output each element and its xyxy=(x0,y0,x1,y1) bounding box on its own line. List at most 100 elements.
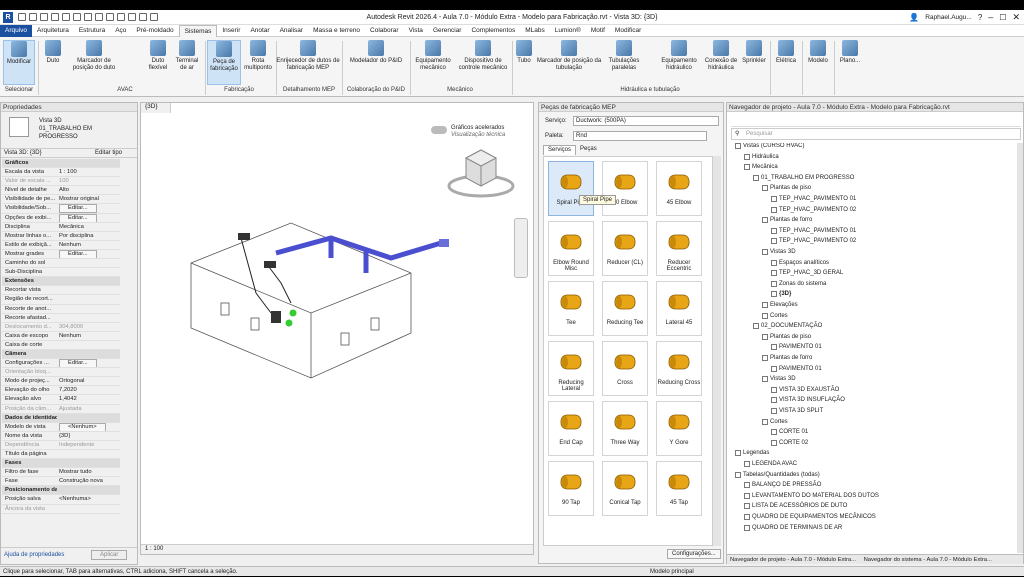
fabrication-part-item[interactable]: Reducing Cross xyxy=(656,341,702,396)
tab-arquitetura[interactable]: Arquitetura xyxy=(32,25,74,37)
property-value[interactable]: Nenhum xyxy=(57,332,120,340)
help-icon[interactable]: ? xyxy=(978,13,982,22)
system-browser-tab[interactable]: Navegador do sistema - Aula 7.0 - Módulo… xyxy=(861,557,995,563)
accelerated-graphics-toggle[interactable] xyxy=(431,126,447,134)
tab-motif[interactable]: Motif xyxy=(586,25,610,37)
tree-node[interactable]: VISTA 3D SPLIT xyxy=(771,408,823,414)
user-icon[interactable]: 👤 xyxy=(909,13,919,22)
viewcube[interactable] xyxy=(441,138,521,208)
3d-view-icon[interactable] xyxy=(106,13,114,21)
property-row[interactable]: Âncora da vista xyxy=(2,505,120,514)
property-row[interactable]: Visibilidade de pe... Mostrar original xyxy=(2,195,120,205)
tree-node[interactable]: Cortes xyxy=(762,418,788,425)
property-value[interactable]: 7,2020 xyxy=(57,386,120,394)
close-icon[interactable]: ✕ xyxy=(1012,12,1020,23)
tab-sistemas[interactable]: Sistemas xyxy=(178,24,218,37)
tree-node[interactable]: Vistas 3D xyxy=(762,376,796,383)
fabrication-part-item[interactable]: 90 Elbow xyxy=(602,161,648,216)
save-icon[interactable] xyxy=(29,13,37,21)
air-terminal-button[interactable]: Terminal de ar xyxy=(172,40,202,72)
group-selecionar[interactable]: Selecionar xyxy=(2,87,36,93)
property-section[interactable]: Câmera xyxy=(2,349,120,360)
electrical-button[interactable]: Elétrica xyxy=(772,40,800,65)
fabrication-part-item[interactable]: Reducer (CL) xyxy=(602,221,648,276)
property-value[interactable]: {3D} xyxy=(57,432,120,440)
model-button[interactable]: Modelo xyxy=(804,40,832,65)
duct-stiffener-button[interactable]: Enrijecedor de dutos de fabricação MEP xyxy=(276,40,340,72)
property-section[interactable]: Gráficos xyxy=(2,159,120,169)
property-edit-button[interactable]: Editar... xyxy=(59,204,97,213)
property-value[interactable]: Editar... xyxy=(57,213,120,222)
fabrication-part-item[interactable]: Conical Tap xyxy=(602,461,648,516)
tab-vista[interactable]: Vista xyxy=(404,25,428,37)
project-browser-tab[interactable]: Navegador de projeto - Aula 7.0 - Módulo… xyxy=(727,557,859,563)
property-value[interactable]: <Nenhum> xyxy=(57,422,120,431)
tree-node[interactable]: Tabelas/Quantidades (todas) xyxy=(735,471,820,478)
fabrication-part-item[interactable]: Tee xyxy=(548,281,594,336)
building-model[interactable] xyxy=(181,203,481,383)
property-row[interactable]: Opções de exibi... Editar... xyxy=(2,213,120,223)
property-row[interactable]: Posição da câm... Ajustada xyxy=(2,405,120,414)
property-value[interactable]: Alto xyxy=(57,186,120,194)
property-section[interactable]: Fases xyxy=(2,459,120,469)
pipe-button[interactable]: Tubo xyxy=(514,40,534,65)
property-section[interactable]: Extensões xyxy=(2,277,120,287)
property-row[interactable]: Recorte de anot... xyxy=(2,305,120,314)
property-row[interactable]: Deslocamento d... 304,8000 xyxy=(2,323,120,332)
property-row[interactable]: Mostrar linhas o... Por disciplina xyxy=(2,232,120,241)
tab-anotar[interactable]: Anotar xyxy=(245,25,274,37)
fabrication-part-item[interactable]: Reducing Tee xyxy=(602,281,648,336)
property-value[interactable] xyxy=(57,305,120,313)
property-row[interactable]: Modelo de vista <Nenhum> xyxy=(2,422,120,432)
tree-node[interactable]: Cortes xyxy=(762,312,788,319)
tab-gerenciar[interactable]: Gerenciar xyxy=(428,25,467,37)
hvac-unit-1[interactable] xyxy=(238,233,250,240)
tree-node[interactable]: VISTA 3D INSUFLAÇÃO xyxy=(771,397,845,404)
fabrication-part-item[interactable]: Cross xyxy=(602,341,648,396)
property-row[interactable]: Sub-Disciplina xyxy=(2,268,120,278)
fabrication-part-item[interactable]: Reducer Eccentric xyxy=(656,221,702,276)
maximize-icon[interactable]: ☐ xyxy=(999,13,1006,22)
property-value[interactable] xyxy=(57,268,120,276)
plumbing-equipment-button[interactable]: Equipamento hidráulico xyxy=(656,40,702,72)
navigation-bar[interactable] xyxy=(514,218,528,278)
view-tab-3d[interactable]: {3D} xyxy=(141,103,171,113)
sync-icon[interactable] xyxy=(40,13,48,21)
property-section[interactable]: Posicionamento da vista na folha xyxy=(2,486,120,496)
property-value[interactable] xyxy=(57,295,120,303)
3d-viewport[interactable]: {3D} Gráficos acelerados Visualização té… xyxy=(140,102,534,555)
tree-node[interactable]: QUADRO DE TERMINAIS DE AR xyxy=(744,524,842,531)
property-value[interactable] xyxy=(57,259,120,267)
pipe-placeholder-button[interactable]: Marcador de posição da tubulação xyxy=(534,40,604,72)
tree-node[interactable]: PAVIMENTO 01 xyxy=(771,365,822,372)
property-row[interactable]: Caixa de escopo Nenhum xyxy=(2,332,120,341)
property-row[interactable]: Elevação do olho 7,2020 xyxy=(2,386,120,396)
tree-node[interactable]: Vistas 3D xyxy=(762,249,796,255)
property-value[interactable] xyxy=(57,505,120,513)
plumbing-fixture-button[interactable]: Conexão de hidráulica xyxy=(702,40,740,72)
tab-servicos[interactable]: Serviços xyxy=(543,145,577,155)
revit-logo[interactable]: R xyxy=(3,11,13,23)
mechanical-control-button[interactable]: Dispositivo de controle mecânico xyxy=(454,40,512,72)
view-instance-selector[interactable]: Vista 3D: {3D} xyxy=(4,150,42,156)
tab-modificar[interactable]: Modificar xyxy=(610,25,646,37)
tree-node[interactable]: QUADRO DE EQUIPAMENTOS MECÂNICOS xyxy=(744,514,876,520)
property-row[interactable]: Filtro de fase Mostrar tudo xyxy=(2,468,120,478)
property-edit-button[interactable]: Editar... xyxy=(59,249,97,259)
property-row[interactable]: Região de recort... xyxy=(2,295,120,305)
browser-search-input[interactable]: ⚲ Pesquisar xyxy=(731,128,1021,140)
property-value[interactable]: 1,4042 xyxy=(57,395,120,403)
minimize-icon[interactable]: – xyxy=(988,12,993,22)
property-row[interactable]: Caminho do sol xyxy=(2,259,120,269)
fabrication-part-item[interactable]: Reducing Lateral xyxy=(548,341,594,396)
tab-complementos[interactable]: Complementos xyxy=(466,25,520,37)
section-icon[interactable] xyxy=(117,13,125,21)
tree-node[interactable]: CORTE 02 xyxy=(771,439,808,446)
property-row[interactable]: Configurações ... Editar... xyxy=(2,359,120,369)
text-icon[interactable] xyxy=(95,13,103,21)
tree-node[interactable]: 01_TRABALHO EM PROGRESSO xyxy=(753,174,854,181)
property-value[interactable] xyxy=(57,314,120,322)
property-edit-button[interactable]: Editar... xyxy=(59,213,97,222)
tree-node[interactable]: TEP_HVAC_PAVIMENTO 02 xyxy=(771,238,856,245)
property-value[interactable]: 304,8000 xyxy=(57,323,120,331)
